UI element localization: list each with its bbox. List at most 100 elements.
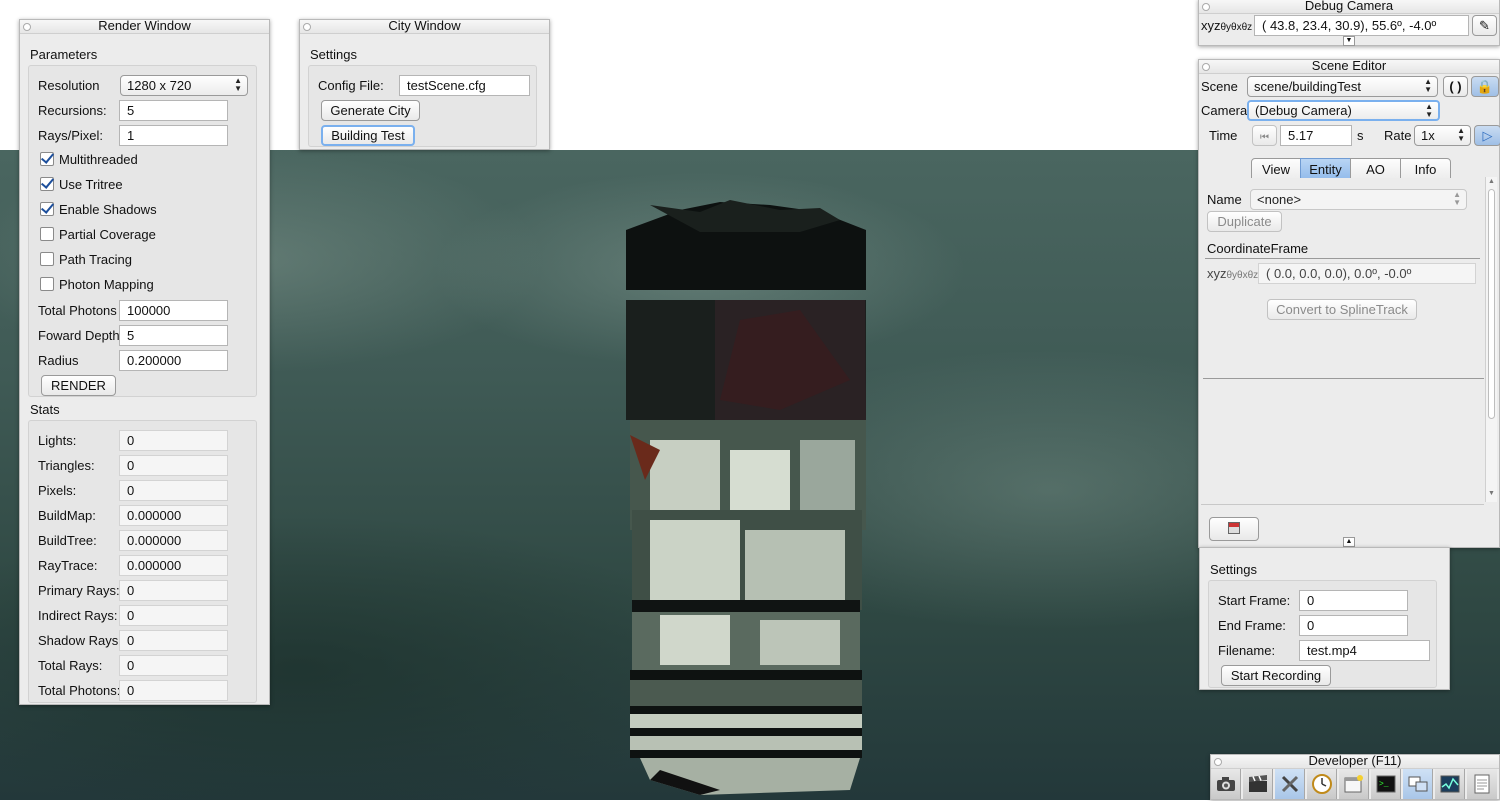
scene-editor-title[interactable]: Scene Editor (1199, 59, 1499, 74)
total-photons-field[interactable]: 100000 (119, 300, 228, 321)
start-frame-label: Start Frame: (1218, 593, 1291, 608)
tools-icon[interactable] (1275, 769, 1305, 799)
partial-coverage-checkbox[interactable] (40, 227, 54, 241)
stat-total-rays-value: 0 (119, 655, 228, 676)
duplicate-button[interactable]: Duplicate (1207, 211, 1282, 232)
scene-label: Scene (1201, 79, 1238, 94)
use-tritree-checkbox[interactable] (40, 177, 54, 191)
windows-icon[interactable] (1403, 769, 1433, 799)
render-window: Render Window Parameters Resolution 1280… (19, 19, 270, 705)
reload-scene-button[interactable]: ( ) (1443, 76, 1468, 97)
generate-city-button[interactable]: Generate City (321, 100, 420, 121)
scrollbar[interactable]: ▲ ▼ (1485, 177, 1497, 502)
divider (1203, 378, 1484, 379)
recording-settings-group: Start Frame: 0 End Frame: 0 Filename: te… (1208, 580, 1437, 688)
updown-arrows-icon: ▲ ▼ (1425, 102, 1433, 119)
path-tracing-checkbox[interactable] (40, 252, 54, 266)
rays-per-pixel-label: Rays/Pixel: (38, 128, 104, 143)
edit-camera-button[interactable]: ✎ (1472, 15, 1497, 36)
building-test-button[interactable]: Building Test (321, 125, 415, 146)
entity-name-select[interactable]: <none> ▲ ▼ (1250, 189, 1467, 210)
photon-mapping-label[interactable]: Photon Mapping (59, 277, 154, 292)
entity-name-value: <none> (1257, 192, 1302, 207)
collapse-down-icon[interactable]: ▼ (1343, 36, 1355, 46)
stat-label: Primary Rays: (38, 583, 120, 598)
time-field[interactable]: 5.17 (1280, 125, 1352, 146)
convert-spline-button[interactable]: Convert to SplineTrack (1267, 299, 1417, 320)
save-scene-button[interactable] (1209, 517, 1259, 541)
stat-pixels-value: 0 (119, 480, 228, 501)
camera-icon-glyph (1216, 777, 1235, 791)
stat-label: RayTrace: (38, 558, 98, 573)
city-settings-group: Config File: testScene.cfg Generate City… (308, 65, 537, 147)
stat-label: Total Photons: (38, 683, 121, 698)
multithreaded-checkbox[interactable] (40, 152, 54, 166)
foward-depth-field[interactable]: 5 (119, 325, 228, 346)
new-window-icon[interactable] (1339, 769, 1369, 799)
updown-arrows-icon: ▲ ▼ (234, 76, 242, 93)
radius-field[interactable]: 0.200000 (119, 350, 228, 371)
lock-scene-button[interactable]: 🔒 (1471, 76, 1499, 97)
scrollbar-thumb[interactable] (1488, 189, 1495, 419)
recording-settings-label: Settings (1210, 562, 1257, 577)
start-recording-button[interactable]: Start Recording (1221, 665, 1331, 686)
city-settings-label: Settings (310, 47, 357, 62)
scene-select[interactable]: scene/buildingTest ▲ ▼ (1247, 76, 1438, 97)
developer-title[interactable]: Developer (F11) (1211, 754, 1499, 769)
stat-triangles-value: 0 (119, 455, 228, 476)
lock-icon: 🔒 (1476, 79, 1494, 94)
scroll-down-icon[interactable]: ▼ (1488, 490, 1495, 497)
camera-coordinates-field[interactable]: ( 43.8, 23.4, 30.9), 55.6º, -4.0º (1254, 15, 1469, 36)
enable-shadows-label[interactable]: Enable Shadows (59, 202, 157, 217)
scroll-up-icon[interactable]: ▲ (1488, 178, 1495, 185)
play-icon: ▷ (1482, 128, 1493, 143)
render-button[interactable]: RENDER (41, 375, 116, 396)
collapse-up-icon[interactable]: ▲ (1343, 537, 1355, 547)
filename-label: Filename: (1218, 643, 1276, 658)
stat-shadow-rays-value: 0 (119, 630, 228, 651)
updown-arrows-icon: ▲ ▼ (1457, 126, 1465, 143)
filename-field[interactable]: test.mp4 (1299, 640, 1430, 661)
stat-label: Lights: (38, 433, 77, 448)
document-icon[interactable] (1467, 769, 1497, 799)
stat-buildtree-value: 0.000000 (119, 530, 228, 551)
play-button[interactable]: ▷ (1474, 125, 1500, 146)
start-frame-field[interactable]: 0 (1299, 590, 1408, 611)
stats-group: Lights: 0 Triangles: 0 Pixels: 0 BuildMa… (28, 420, 257, 703)
rays-per-pixel-field[interactable]: 1 (119, 125, 228, 146)
document-icon-glyph (1474, 774, 1490, 794)
clapperboard-icon[interactable] (1243, 769, 1273, 799)
resolution-label: Resolution (38, 78, 100, 93)
use-tritree-label[interactable]: Use Tritree (59, 177, 123, 192)
stat-lights-value: 0 (119, 430, 228, 451)
recursions-label: Recursions: (38, 103, 107, 118)
parameters-label: Parameters (30, 47, 98, 62)
partial-coverage-label[interactable]: Partial Coverage (59, 227, 156, 242)
clock-icon[interactable] (1307, 769, 1337, 799)
graph-icon[interactable] (1435, 769, 1465, 799)
camera-icon[interactable] (1211, 769, 1241, 799)
multithreaded-label[interactable]: Multithreaded (59, 152, 138, 167)
total-photons-label: Total Photons (38, 303, 117, 318)
photon-mapping-checkbox[interactable] (40, 277, 54, 291)
camera-select[interactable]: (Debug Camera) ▲ ▼ (1247, 100, 1440, 121)
debug-camera-title[interactable]: Debug Camera (1199, 0, 1499, 14)
developer-tools: >_ (1211, 769, 1500, 801)
save-icon (1228, 522, 1240, 534)
coordinate-frame-field[interactable]: ( 0.0, 0.0, 0.0), 0.0º, -0.0º (1258, 263, 1476, 284)
rewind-button[interactable]: ⏮ (1252, 125, 1277, 146)
stat-label: BuildTree: (38, 533, 97, 548)
resolution-select[interactable]: 1280 x 720 ▲ ▼ (120, 75, 248, 96)
config-file-field[interactable]: testScene.cfg (399, 75, 530, 96)
city-window-title[interactable]: City Window (300, 19, 549, 34)
render-window-title[interactable]: Render Window (20, 19, 269, 34)
end-frame-field[interactable]: 0 (1299, 615, 1408, 636)
path-tracing-label[interactable]: Path Tracing (59, 252, 132, 267)
enable-shadows-checkbox[interactable] (40, 202, 54, 216)
rewind-icon: ⏮ (1260, 132, 1269, 143)
time-label: Time (1209, 128, 1238, 143)
graph-icon-glyph (1440, 775, 1459, 793)
recursions-field[interactable]: 5 (119, 100, 228, 121)
terminal-icon[interactable]: >_ (1371, 769, 1401, 799)
rate-select[interactable]: 1x ▲ ▼ (1414, 125, 1471, 146)
